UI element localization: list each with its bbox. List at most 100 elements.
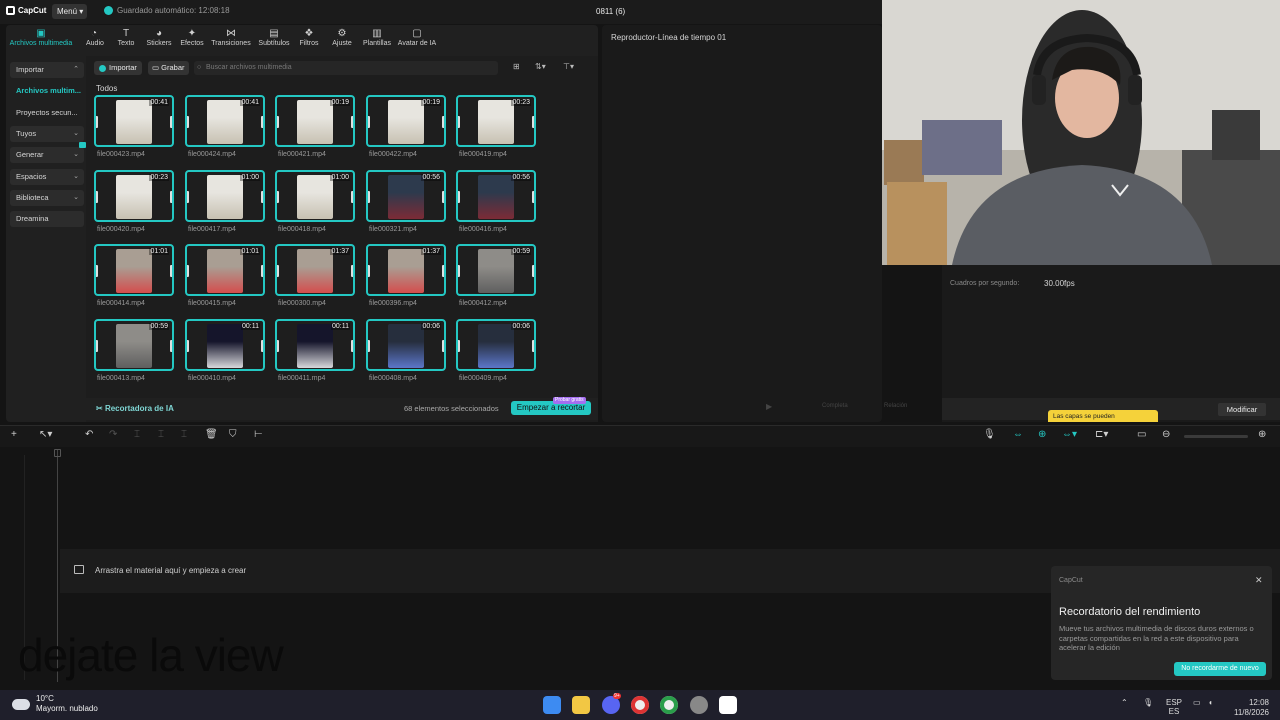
magnet-icon[interactable]: ⊕ [1038,429,1046,440]
media-thumbnail[interactable]: 00:23 [94,170,174,222]
proportion-button[interactable]: Relación [884,403,907,409]
filter-icon[interactable]: ⊤▾ [563,62,574,71]
clock[interactable]: 12:08 11/8/2026 [1229,698,1269,718]
trim-handle-left[interactable] [368,265,370,277]
trim-handle-left[interactable] [368,191,370,203]
trim-handle-right[interactable] [532,116,534,128]
trim-handle-right[interactable] [261,265,263,277]
undo-icon[interactable]: ↶ [85,429,93,440]
trim-handle-left[interactable] [187,116,189,128]
tab-text[interactable]: T Texto [117,28,135,47]
sidebar-item-6[interactable]: Biblioteca ⌄ [10,190,84,206]
sidebar-item-1[interactable]: Archivos multim... [10,83,84,99]
trim-handle-left[interactable] [458,340,460,352]
project-name[interactable]: 0811 (6) [596,7,625,16]
sort-icon[interactable]: ⇅▾ [535,62,546,71]
microphone-icon[interactable]: 🎙 [983,429,996,440]
trim-handle-right[interactable] [170,265,172,277]
trim-handle-left[interactable] [458,191,460,203]
tab-avatar[interactable]: ▢ Avatar de IA [397,28,437,47]
trim-handle-right[interactable] [532,265,534,277]
media-thumbnail[interactable]: 00:59 [456,244,536,296]
dont-remind-button[interactable]: No recordarme de nuevo [1174,662,1266,676]
media-thumbnail[interactable]: 00:11 [275,319,355,371]
media-thumbnail[interactable]: 01:00 [275,170,355,222]
menu-button[interactable]: Menú ▾ [52,4,87,19]
trim-handle-right[interactable] [261,191,263,203]
obs-icon[interactable] [690,696,708,714]
trim-handle-left[interactable] [458,116,460,128]
redo-icon[interactable]: ↷ [109,429,117,440]
split-right-icon[interactable]: ⌶ [181,429,187,440]
mic-tray-icon[interactable]: 🎙 [1143,698,1153,707]
media-thumbnail[interactable]: 00:19 [275,95,355,147]
network-icon[interactable]: ▭ [1193,698,1201,707]
media-thumbnail[interactable]: 01:00 [185,170,265,222]
split-icon[interactable]: ⌶ [134,429,140,440]
trim-handle-right[interactable] [351,265,353,277]
trim-handle-left[interactable] [277,265,279,277]
add-track-icon[interactable]: + [11,429,17,440]
media-thumbnail[interactable]: 01:01 [185,244,265,296]
trim-handle-left[interactable] [368,340,370,352]
trim-handle-right[interactable] [532,191,534,203]
trim-handle-right[interactable] [261,340,263,352]
media-thumbnail[interactable]: 00:11 [185,319,265,371]
volume-icon[interactable]: ◖ [1208,698,1213,707]
sidebar-item-4[interactable]: Generar ⌄ [10,142,86,163]
tab-audio[interactable]: ◔ Audio [86,28,104,47]
trim-handle-right[interactable] [261,116,263,128]
trim-handle-right[interactable] [170,116,172,128]
trim-handle-left[interactable] [96,340,98,352]
play-icon[interactable]: ▶ [766,402,772,411]
trim-handle-left[interactable] [96,191,98,203]
weather-widget[interactable]: 10°C Mayorm. nublado [12,694,98,714]
media-thumbnail[interactable]: 00:59 [94,319,174,371]
ai-cutter-link[interactable]: ✂ Recortadora de IA [96,404,174,413]
grid-view-icon[interactable]: ⊞ [513,62,520,71]
zoom-out-icon[interactable]: ⊖ [1162,429,1170,440]
trim-handle-left[interactable] [277,340,279,352]
media-thumbnail[interactable]: 00:41 [185,95,265,147]
tab-templates[interactable]: ▥ Plantillas [361,28,393,47]
media-search-input[interactable]: ○ Buscar archivos multimedia [194,61,498,75]
trim-handle-right[interactable] [442,191,444,203]
tray-chevron-icon[interactable]: ⌃ [1121,698,1128,707]
start-icon[interactable] [543,696,561,714]
preview-axis-icon[interactable]: ⊏▾ [1095,429,1108,440]
import-button[interactable]: Importar [94,61,142,75]
marker-icon[interactable]: ⛉ [229,429,237,440]
media-thumbnail[interactable]: 00:41 [94,95,174,147]
media-thumbnail[interactable]: 01:37 [275,244,355,296]
trim-handle-right[interactable] [442,340,444,352]
trim-handle-right[interactable] [442,116,444,128]
tab-subtitles[interactable]: ▤ Subtítulos [257,28,291,47]
tab-stickers[interactable]: ◕ Stickers [146,28,172,47]
trim-handle-left[interactable] [96,265,98,277]
trim-handle-left[interactable] [458,265,460,277]
trim-handle-left[interactable] [187,340,189,352]
media-thumbnail[interactable]: 00:23 [456,95,536,147]
chrome-icon[interactable] [631,696,649,714]
sidebar-item-0[interactable]: Importar ⌃ [10,62,84,78]
tab-adjust[interactable]: ⚙ Ajuste [331,28,353,47]
link-main-icon[interactable]: ⇔ [1013,429,1023,440]
record-button[interactable]: ▭ Grabar [148,61,189,75]
select-tool-icon[interactable]: ↖▾ [39,429,52,440]
trim-handle-left[interactable] [368,116,370,128]
chrome-profile-icon[interactable] [660,696,678,714]
trim-handle-left[interactable] [277,116,279,128]
capcut-taskbar-icon[interactable] [719,696,737,714]
media-thumbnail[interactable]: 00:06 [456,319,536,371]
zoom-in-icon[interactable]: ⊕ [1258,429,1266,440]
playhead-handle[interactable] [54,449,61,457]
caption-icon[interactable]: ▭ [1137,429,1146,440]
trim-handle-right[interactable] [351,340,353,352]
trim-handle-right[interactable] [170,191,172,203]
trim-handle-left[interactable] [187,191,189,203]
full-ratio-button[interactable]: Completa [822,403,848,409]
trim-handle-right[interactable] [170,340,172,352]
trim-handle-right[interactable] [351,116,353,128]
sidebar-item-5[interactable]: Espacios ⌄ [10,169,84,185]
media-thumbnail[interactable]: 01:01 [94,244,174,296]
